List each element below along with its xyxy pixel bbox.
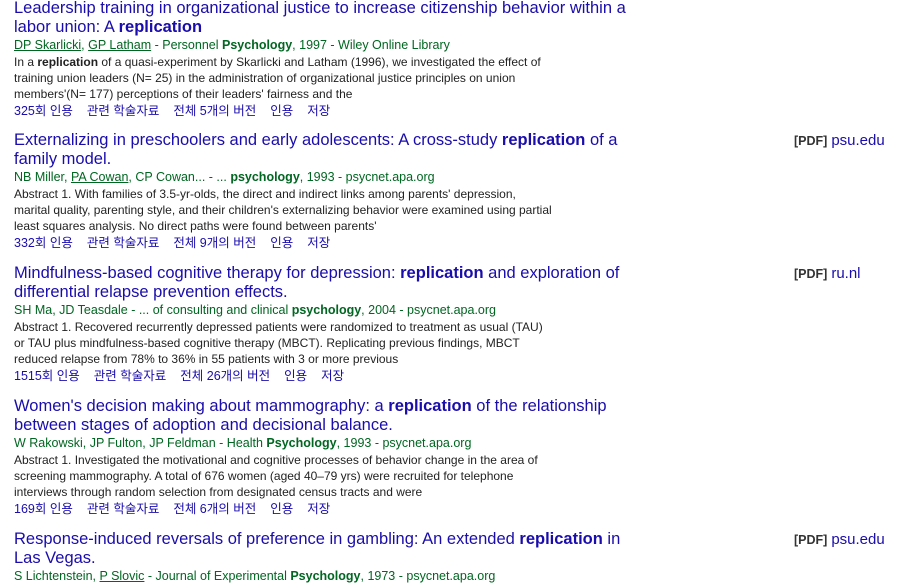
cited-by-link[interactable]: 169회 인용 <box>14 502 73 516</box>
result-actions: 332회 인용 관련 학술자료 전체 9개의 버전 인용 저장 <box>14 235 914 251</box>
pdf-link[interactable]: [PDF] psu.edu <box>794 531 885 548</box>
all-versions-link[interactable]: 전체 6개의 버전 <box>173 502 256 516</box>
search-result: Women's decision making about mammograph… <box>14 397 914 517</box>
result-authors: S Lichtenstein, P Slovic - Journal of Ex… <box>14 569 496 583</box>
all-versions-link[interactable]: 전체 5개의 버전 <box>173 104 256 118</box>
cite-link[interactable]: 인용 <box>270 104 293 118</box>
save-link[interactable]: 저장 <box>307 236 330 250</box>
result-authors: W Rakowski, JP Fulton, JP Feldman - Heal… <box>14 436 472 450</box>
related-articles-link[interactable]: 관련 학술자료 <box>87 104 159 118</box>
search-result: Externalizing in preschoolers and early … <box>14 131 914 251</box>
save-link[interactable]: 저장 <box>321 369 344 383</box>
cite-link[interactable]: 인용 <box>284 369 307 383</box>
pdf-domain: ru.nl <box>831 265 861 282</box>
all-versions-link[interactable]: 전체 26개의 버전 <box>180 369 270 383</box>
related-articles-link[interactable]: 관련 학술자료 <box>87 502 159 516</box>
cited-by-link[interactable]: 332회 인용 <box>14 236 73 250</box>
result-title-link[interactable]: Response-induced reversals of preference… <box>14 530 634 568</box>
save-link[interactable]: 저장 <box>307 104 330 118</box>
result-snippet: In a replication of a quasi-experiment b… <box>14 55 541 101</box>
pdf-domain: psu.edu <box>831 531 885 548</box>
cite-link[interactable]: 인용 <box>270 502 293 516</box>
result-actions: 325회 인용 관련 학술자료 전체 5개의 버전 인용 저장 <box>14 103 914 119</box>
cited-by-link[interactable]: 1515회 인용 <box>14 369 80 383</box>
result-snippet: Abstract 1. With families of 3.5-yr-olds… <box>14 187 552 233</box>
author-link[interactable]: S Lichtenstein <box>14 569 93 583</box>
author-link[interactable]: P Slovic <box>99 569 144 583</box>
related-articles-link[interactable]: 관련 학술자료 <box>94 369 166 383</box>
result-actions: 1515회 인용 관련 학술자료 전체 26개의 버전 인용 저장 <box>14 368 914 384</box>
result-actions: 169회 인용 관련 학술자료 전체 6개의 버전 인용 저장 <box>14 501 914 517</box>
result-authors: NB Miller, PA Cowan, CP Cowan... - ... p… <box>14 170 435 184</box>
all-versions-link[interactable]: 전체 9개의 버전 <box>173 236 256 250</box>
cite-link[interactable]: 인용 <box>270 236 293 250</box>
search-result: Mindfulness-based cognitive therapy for … <box>14 264 914 384</box>
search-result: Response-induced reversals of preference… <box>14 530 914 584</box>
author-link[interactable]: GP Latham <box>88 38 151 52</box>
search-result: Leadership training in organizational ju… <box>14 0 914 119</box>
pdf-tag: [PDF] <box>794 267 828 281</box>
author-link[interactable]: PA Cowan <box>71 170 128 184</box>
pdf-link[interactable]: [PDF] ru.nl <box>794 265 861 282</box>
result-title-link[interactable]: Women's decision making about mammograph… <box>14 397 634 435</box>
cited-by-link[interactable]: 325회 인용 <box>14 104 73 118</box>
result-title-link[interactable]: Externalizing in preschoolers and early … <box>14 131 634 169</box>
result-snippet: Abstract 1. Investigated the motivationa… <box>14 453 538 499</box>
result-snippet: Abstract 1. Recovered recurrently depres… <box>14 320 543 366</box>
related-articles-link[interactable]: 관련 학술자료 <box>87 236 159 250</box>
pdf-link[interactable]: [PDF] psu.edu <box>794 132 885 149</box>
result-title-link[interactable]: Leadership training in organizational ju… <box>14 0 634 37</box>
save-link[interactable]: 저장 <box>307 502 330 516</box>
pdf-tag: [PDF] <box>794 134 828 148</box>
result-authors: SH Ma, JD Teasdale - ... of consulting a… <box>14 303 496 317</box>
pdf-tag: [PDF] <box>794 533 828 547</box>
author-link[interactable]: NB Miller <box>14 170 64 184</box>
author-link[interactable]: DP Skarlicki <box>14 38 81 52</box>
result-authors: DP Skarlicki, GP Latham - Personnel Psyc… <box>14 38 450 52</box>
pdf-domain: psu.edu <box>831 132 885 149</box>
result-title-link[interactable]: Mindfulness-based cognitive therapy for … <box>14 264 634 302</box>
